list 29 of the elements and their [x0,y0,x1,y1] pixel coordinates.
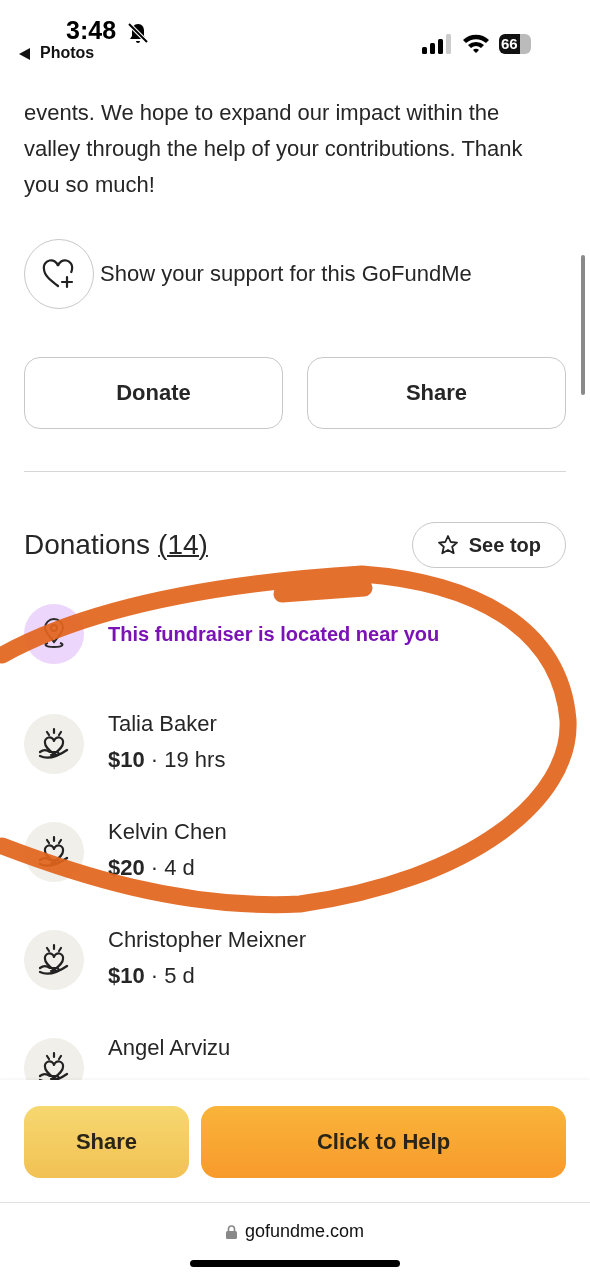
donations-title: Donations [24,529,151,561]
wifi-icon [462,33,490,53]
time: 3:48 [66,16,117,45]
lock-icon [225,1224,237,1239]
share-button[interactable]: Share [307,357,566,429]
support-label: Show your support for this GoFundMe [100,261,472,287]
star-icon [436,534,459,556]
url-text[interactable]: gofundme.com [244,1221,365,1242]
donation-amount: $10 · 5 d [108,962,196,990]
donation-count-link[interactable]: (14) [158,529,208,561]
share-button[interactable]: Share [24,1106,189,1178]
heart-plus-icon [42,259,76,289]
description-text: events. We hope to expand our impact within the valley through the help of your contributions. Thank you so much! [24,99,524,199]
donor-name: Kelvin Chen [108,818,227,846]
donation-amount: $10 · 19 hrs [108,746,226,774]
see-top-button[interactable]: See top [411,522,566,568]
donation-amount: $20 · 4 d [108,854,196,882]
hand-heart-icon [37,943,71,977]
hand-heart-icon [37,727,71,761]
signal-icon [422,34,452,54]
donor-name: Christopher Meixner [108,926,307,954]
donor-name: Angel Arvizu [108,1034,231,1062]
back-icon[interactable] [19,48,30,60]
back-link[interactable]: Photos [40,44,95,62]
donor-name: Talia Baker [108,710,218,738]
help-button[interactable]: Click to Help [201,1106,566,1178]
battery-indicator: 66 [499,34,531,54]
nearby-notice: This fundraiser is located near you [108,622,440,646]
donate-button[interactable]: Donate [24,357,283,429]
